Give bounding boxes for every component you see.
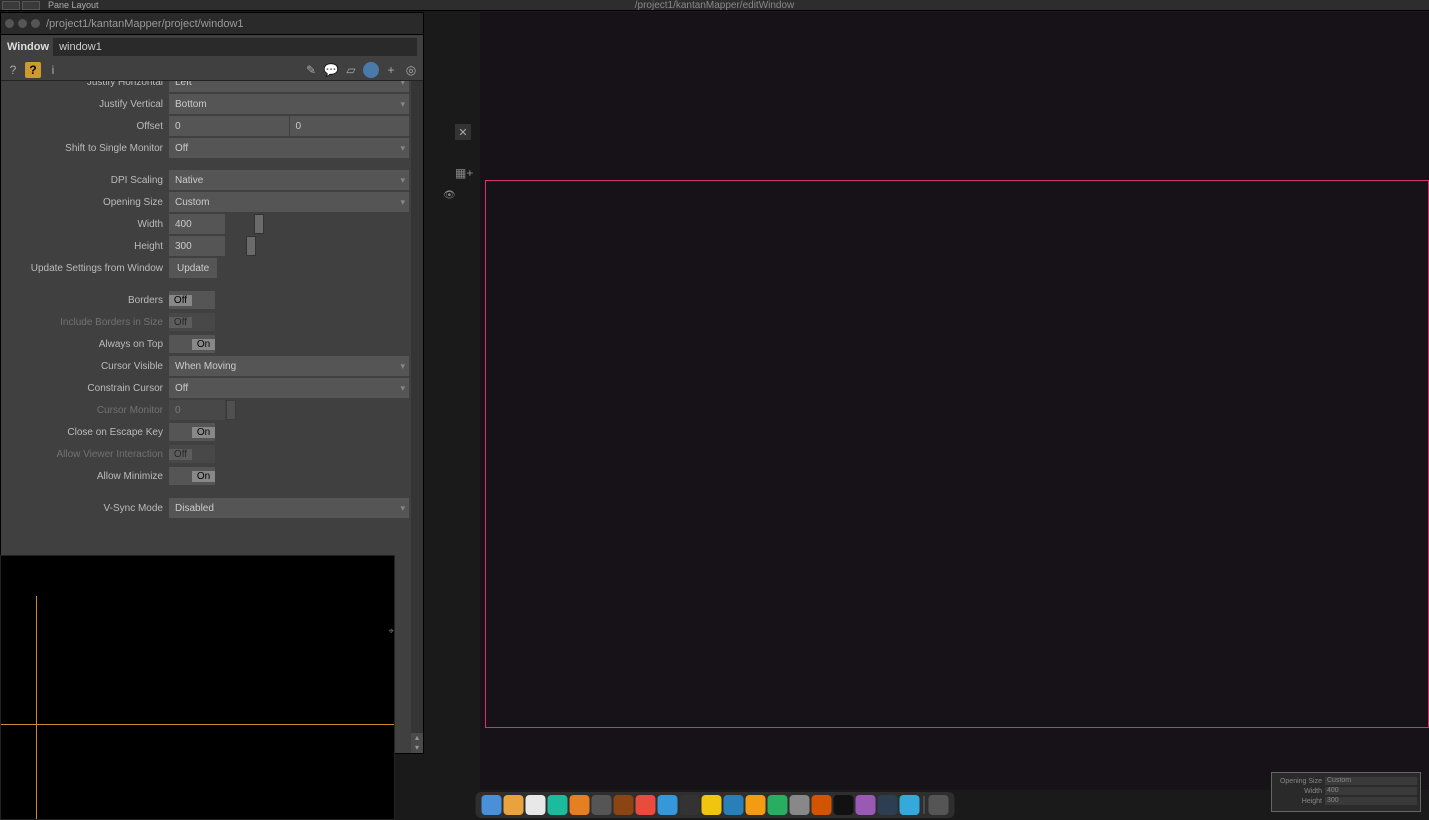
network-editor-area: ✕ ▦+ 👁 (425, 12, 1429, 820)
dock-app-1[interactable] (503, 795, 523, 815)
justify-horizontal-dropdown[interactable]: Left (169, 81, 409, 92)
dock-app-9[interactable] (679, 795, 699, 815)
panel-icon-row: ? ? i ✎ 💬 ▱ + ◎ (1, 59, 423, 81)
python-icon[interactable] (363, 62, 379, 78)
close-button[interactable]: ✕ (455, 124, 471, 140)
edit-icon[interactable]: ✎ (303, 62, 319, 78)
close-escape-toggle[interactable]: On (169, 423, 215, 441)
visibility-icon[interactable]: 👁 (443, 190, 461, 204)
window-traffic-lights[interactable] (5, 19, 40, 28)
cursor-visible-dropdown[interactable]: When Moving (169, 356, 409, 376)
pane-layout-label[interactable]: Pane Layout (42, 0, 105, 10)
dock-app-2[interactable] (525, 795, 545, 815)
layout-icon-2[interactable] (22, 1, 40, 10)
param-include-borders: Include Borders in Size Off (1, 311, 409, 333)
param-justify-horizontal: Justify Horizontal Left (1, 81, 409, 93)
preview-viewer[interactable]: ⌖ (0, 555, 395, 820)
param-opening-size: Opening Size Custom (1, 191, 409, 213)
operator-name-input[interactable] (53, 38, 417, 56)
dock-app-5[interactable] (591, 795, 611, 815)
param-borders: Borders Off (1, 289, 409, 311)
param-update-settings: Update Settings from Window Update (1, 257, 409, 279)
include-borders-toggle: Off (169, 313, 215, 331)
dock-app-8[interactable] (657, 795, 677, 815)
update-button[interactable]: Update (169, 258, 217, 278)
param-cursor-visible: Cursor Visible When Moving (1, 355, 409, 377)
dock-app-7[interactable] (635, 795, 655, 815)
param-constrain-cursor: Constrain Cursor Off (1, 377, 409, 399)
cursor-monitor-input: 0 (169, 400, 225, 420)
preview-cursor-icon: ⌖ (388, 626, 394, 637)
main-window-path: /project1/kantanMapper/editWindow (635, 0, 795, 11)
add-icon[interactable]: ▦+ (455, 166, 471, 182)
param-shift-monitor: Shift to Single Monitor Off (1, 137, 409, 159)
param-always-on-top: Always on Top On (1, 333, 409, 355)
vsync-dropdown[interactable]: Disabled (169, 498, 409, 518)
borders-toggle[interactable]: Off (169, 291, 215, 309)
dock-app-12[interactable] (745, 795, 765, 815)
scroll-up-icon[interactable]: ▴ (411, 733, 423, 743)
allow-minimize-toggle[interactable]: On (169, 467, 215, 485)
dock-app-13[interactable] (767, 795, 787, 815)
crosshair-horizontal (1, 724, 394, 725)
dock-app-10[interactable] (701, 795, 721, 815)
operator-name-row: Window (1, 35, 423, 59)
panel-path: /project1/kantanMapper/project/window1 (46, 18, 244, 30)
param-width: Width 400 (1, 213, 409, 235)
help-icon[interactable]: ? (5, 62, 21, 78)
dock-app-6[interactable] (613, 795, 633, 815)
param-vsync: V-Sync Mode Disabled (1, 497, 409, 519)
dock-app-20[interactable] (928, 795, 948, 815)
viewer-interaction-toggle: Off (169, 445, 215, 463)
opening-size-dropdown[interactable]: Custom (169, 192, 409, 212)
param-height: Height 300 (1, 235, 409, 257)
target-icon[interactable]: ◎ (403, 62, 419, 78)
section-label[interactable]: Window (3, 41, 53, 53)
shift-monitor-dropdown[interactable]: Off (169, 138, 409, 158)
param-close-escape: Close on Escape Key On (1, 421, 409, 443)
height-input[interactable]: 300 (169, 236, 225, 256)
width-input[interactable]: 400 (169, 214, 225, 234)
parameter-list: Justify Horizontal Left Justify Vertical… (1, 81, 423, 519)
scroll-down-icon[interactable]: ▾ (411, 743, 423, 753)
justify-vertical-dropdown[interactable]: Bottom (169, 94, 409, 114)
info-icon[interactable]: i (45, 62, 61, 78)
macos-dock (475, 792, 954, 818)
layout-icon-1[interactable] (2, 1, 20, 10)
height-slider[interactable] (226, 236, 409, 256)
wiki-help-icon[interactable]: ? (25, 62, 41, 78)
offset-x-input[interactable]: 0 (169, 116, 289, 136)
dock-app-14[interactable] (789, 795, 809, 815)
param-scrollbar[interactable]: ▴ ▾ (411, 81, 423, 753)
param-justify-vertical: Justify Vertical Bottom (1, 93, 409, 115)
dock-app-4[interactable] (569, 795, 589, 815)
dock-app-3[interactable] (547, 795, 567, 815)
dpi-scaling-dropdown[interactable]: Native (169, 170, 409, 190)
tag-icon[interactable]: ▱ (343, 62, 359, 78)
comment-icon[interactable]: 💬 (323, 62, 339, 78)
dock-app-16[interactable] (833, 795, 853, 815)
plus-icon[interactable]: + (383, 62, 399, 78)
crosshair-vertical (36, 596, 37, 819)
param-allow-minimize: Allow Minimize On (1, 465, 409, 487)
constrain-cursor-dropdown[interactable]: Off (169, 378, 409, 398)
cursor-monitor-slider (226, 400, 409, 420)
output-canvas[interactable] (480, 12, 1429, 790)
dock-app-17[interactable] (855, 795, 875, 815)
floating-hint-panel: Opening SizeCustom Width400 Height300 (1271, 772, 1421, 812)
dock-app-0[interactable] (481, 795, 501, 815)
mapping-shape-outline[interactable] (485, 180, 1429, 728)
param-viewer-interaction: Allow Viewer Interaction Off (1, 443, 409, 465)
param-cursor-monitor: Cursor Monitor 0 (1, 399, 409, 421)
param-dpi-scaling: DPI Scaling Native (1, 169, 409, 191)
dock-app-15[interactable] (811, 795, 831, 815)
always-on-top-toggle[interactable]: On (169, 335, 215, 353)
dock-app-11[interactable] (723, 795, 743, 815)
panel-titlebar[interactable]: /project1/kantanMapper/project/window1 (1, 13, 423, 35)
dock-app-18[interactable] (877, 795, 897, 815)
param-offset: Offset 0 0 (1, 115, 409, 137)
dock-app-19[interactable] (899, 795, 919, 815)
offset-y-input[interactable]: 0 (290, 116, 410, 136)
width-slider[interactable] (226, 214, 409, 234)
